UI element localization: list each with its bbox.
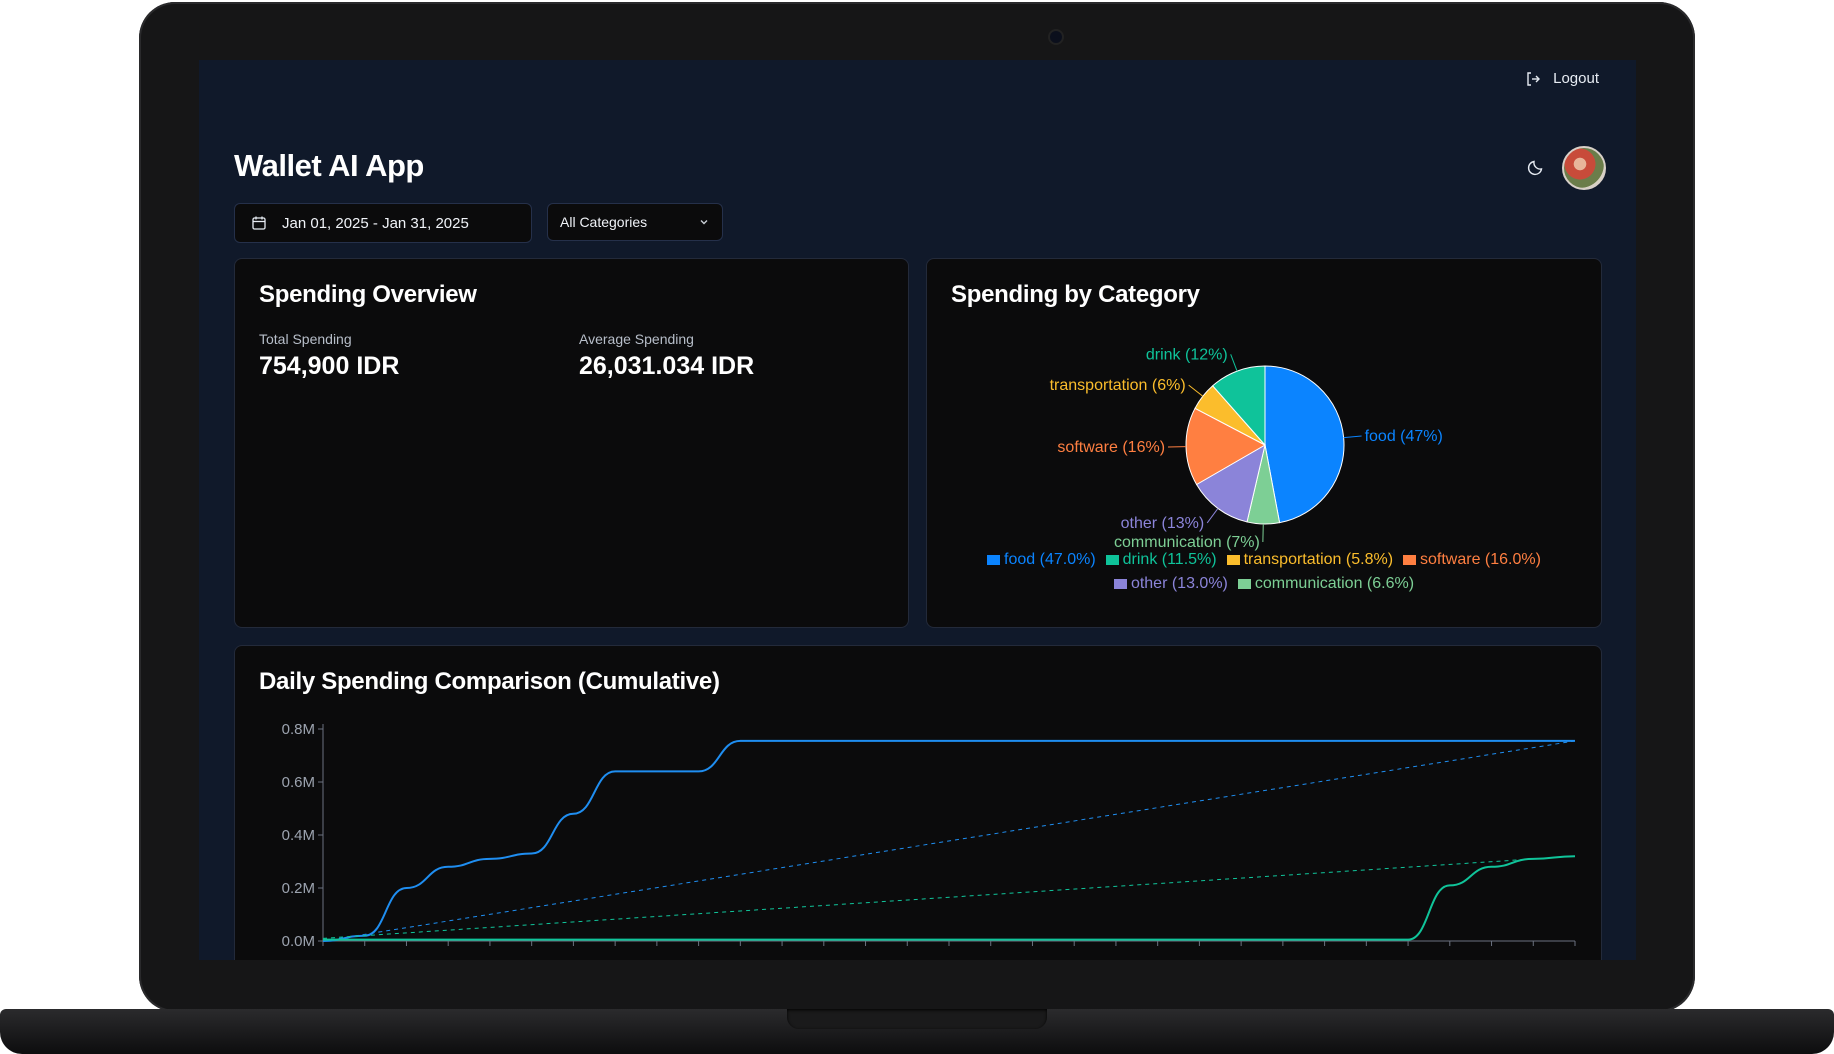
legend-swatch-communication <box>1237 579 1251 589</box>
page-title: Wallet AI App <box>234 148 424 183</box>
chevron-down-icon <box>700 220 708 225</box>
average-spending-label: Average Spending <box>579 331 694 347</box>
trend-line-1 <box>322 740 1576 942</box>
pie-label-drink: drink (12%) <box>1146 346 1228 363</box>
date-range-text: Jan 01, 2025 - Jan 31, 2025 <box>282 214 469 232</box>
pie-label-line-transportation <box>1188 384 1204 397</box>
pie-legend-row-2: other (13.0%) communication (6.6%) <box>927 575 1601 593</box>
legend-item-other[interactable]: other (13.0%) <box>1113 575 1228 593</box>
logout-icon <box>1527 71 1541 86</box>
date-range-picker[interactable]: Jan 01, 2025 - Jan 31, 2025 <box>234 203 532 243</box>
app-screen: Logout Wallet AI App Jan 01, 2025 - Jan … <box>199 60 1636 960</box>
y-tick-label: 0.4M <box>282 827 315 844</box>
spending-by-category-card: Spending by Category food (47%) communica… <box>926 258 1602 628</box>
legend-label-food: food (47.0%) <box>1004 551 1096 568</box>
pie-label-line-food <box>1343 435 1362 439</box>
legend-item-food[interactable]: food (47.0%) <box>987 551 1096 569</box>
pie-label-software: software (16%) <box>1057 439 1165 456</box>
spending-overview-title: Spending Overview <box>259 281 477 308</box>
avatar[interactable] <box>1562 146 1606 190</box>
category-select-value: All Categories <box>560 214 648 230</box>
legend-label-drink: drink (11.5%) <box>1122 551 1217 568</box>
daily-spending-line-chart: 0.0M 0.2M 0.4M 0.6M 0.8M <box>282 721 1576 950</box>
average-spending-value: 26,031.034 IDR <box>579 352 755 380</box>
theme-toggle-moon-icon[interactable] <box>1527 158 1545 176</box>
y-tick-label: 0.0M <box>282 933 315 950</box>
pie-label-line-drink <box>1230 354 1238 372</box>
legend-swatch-transportation <box>1226 555 1240 565</box>
pie-label-transportation: transportation (6%) <box>1050 377 1186 394</box>
legend-swatch-software <box>1403 555 1417 565</box>
legend-item-communication[interactable]: communication (6.6%) <box>1237 575 1415 593</box>
camera-icon <box>1050 31 1062 43</box>
pie-legend-row-1: food (47.0%) drink (11.5%) transportation … <box>927 551 1601 569</box>
daily-spending-card: Daily Spending Comparison (Cumulative) 0… <box>234 645 1602 960</box>
y-tick-label: 0.6M <box>282 774 315 791</box>
legend-swatch-other <box>1113 579 1127 589</box>
spending-overview-card: Spending Overview Total Spending 754,900… <box>234 258 909 628</box>
legend-swatch-drink <box>1105 555 1119 565</box>
legend-item-transportation[interactable]: transportation (5.8%) <box>1226 551 1394 569</box>
total-spending-value: 754,900 IDR <box>259 352 400 380</box>
pie-label-communication: communication (7%) <box>1114 534 1260 551</box>
logout-label: Logout <box>1553 70 1599 87</box>
logout-button[interactable]: Logout <box>1525 70 1599 87</box>
legend-item-drink[interactable]: drink (11.5%) <box>1105 551 1217 569</box>
trend-line-3 <box>322 855 1576 939</box>
pie-label-other: other (13%) <box>1121 515 1205 532</box>
laptop-notch <box>787 1009 1047 1029</box>
y-tick-label: 0.8M <box>282 721 315 738</box>
legend-label-transportation: transportation (5.8%) <box>1243 551 1394 568</box>
category-pie-chart: food (47%) communication (7%) other (13%) s… <box>1050 346 1443 551</box>
calendar-icon <box>252 216 266 230</box>
total-spending-label: Total Spending <box>259 331 352 347</box>
legend-label-communication: communication (6.6%) <box>1254 575 1415 592</box>
pie-label-line-other <box>1206 508 1219 524</box>
pie-label-food: food (47%) <box>1365 428 1443 445</box>
legend-item-software[interactable]: software (16.0%) <box>1403 551 1541 569</box>
y-tick-label: 0.2M <box>282 880 315 897</box>
pie-slice-food[interactable] <box>1264 365 1345 524</box>
legend-label-software: software (16.0%) <box>1420 551 1541 568</box>
legend-label-other: other (13.0%) <box>1130 575 1228 592</box>
legend-swatch-food <box>987 555 1001 565</box>
category-select[interactable]: All Categories <box>547 203 723 241</box>
